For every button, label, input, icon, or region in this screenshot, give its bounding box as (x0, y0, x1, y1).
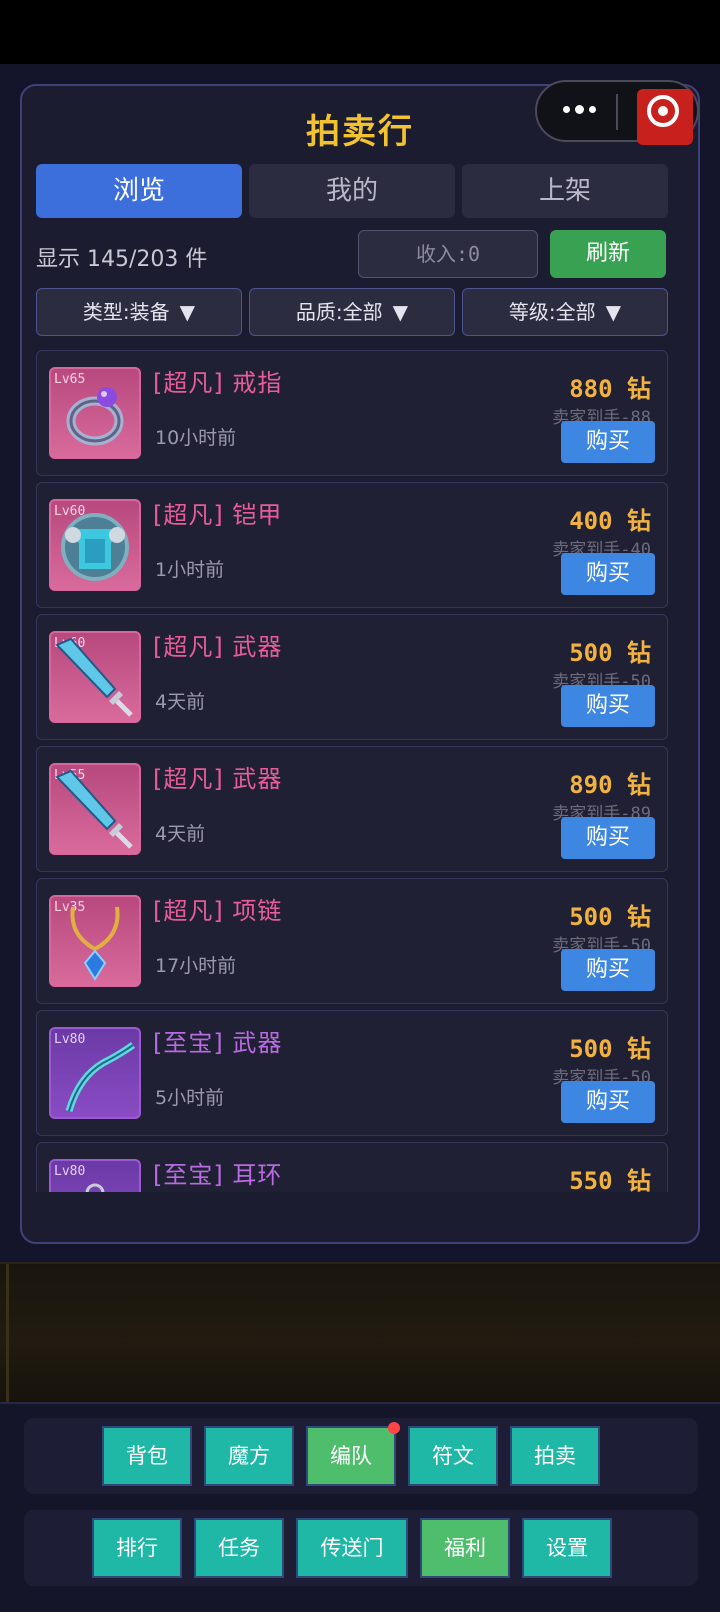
buy-button[interactable]: 购买 (561, 421, 655, 463)
nav-bag-button[interactable]: 背包 (102, 1426, 192, 1486)
capsule-divider (616, 94, 618, 130)
item-price: 890 钻 (569, 771, 651, 799)
item-thumbnail[interactable]: Lv55 (49, 763, 141, 855)
buy-button[interactable]: 购买 (561, 949, 655, 991)
filter-level-label: 等级:全部 (508, 300, 596, 324)
close-icon[interactable] (637, 89, 693, 145)
armor-icon (61, 513, 129, 581)
item-price: 880 钻 (569, 375, 651, 403)
item-name: [超凡] 铠甲 (153, 501, 283, 529)
item-thumbnail[interactable]: Lv35 (49, 895, 141, 987)
filter-type-label: 类型:装备 (82, 300, 170, 324)
item-name: [超凡] 武器 (153, 633, 283, 661)
buy-button[interactable]: 购买 (561, 553, 655, 595)
buy-button[interactable]: 购买 (561, 1081, 655, 1123)
nav-team-label: 编队 (330, 1444, 372, 1468)
status-bar-area (0, 0, 720, 64)
more-icon[interactable] (557, 94, 601, 124)
nav-settings-button[interactable]: 设置 (522, 1518, 612, 1578)
bow-icon (65, 1042, 136, 1113)
item-name: [至宝] 耳环 (153, 1161, 283, 1189)
auction-list[interactable]: Lv65 [超凡] 戒指 10小时前 880 钻 卖家到手-88 购买 Lv60 (36, 350, 668, 1192)
auction-panel: 拍卖行 浏览 我的 上架 显示 145/203 件 收入:0 刷新 类型:装备 ▼… (20, 84, 700, 1244)
item-time: 1小时前 (155, 559, 225, 581)
item-time: 5小时前 (155, 1087, 225, 1109)
list-item: Lv80 [至宝] 耳环 550 钻 (36, 1142, 668, 1192)
item-time: 4天前 (155, 823, 206, 845)
close-dot (658, 106, 668, 116)
filter-level-dropdown[interactable]: 等级:全部 ▼ (462, 288, 668, 336)
tab-list-item[interactable]: 上架 (462, 164, 668, 218)
list-item: Lv65 [超凡] 戒指 10小时前 880 钻 卖家到手-88 购买 (36, 350, 668, 476)
item-name: [超凡] 项链 (153, 897, 283, 925)
nav-auction-button[interactable]: 拍卖 (510, 1426, 600, 1486)
item-thumbnail[interactable]: Lv60 (49, 499, 141, 591)
buy-button[interactable]: 购买 (561, 817, 655, 859)
item-name: [超凡] 戒指 (153, 369, 283, 397)
nav-rune-button[interactable]: 符文 (408, 1426, 498, 1486)
notification-dot (388, 1422, 400, 1434)
filter-quality-dropdown[interactable]: 品质:全部 ▼ (249, 288, 455, 336)
income-button[interactable]: 收入:0 (358, 230, 538, 278)
item-price: 500 钻 (569, 903, 651, 931)
dropdown-arrow-icon: ▼ (605, 300, 622, 324)
item-price: 550 钻 (569, 1167, 651, 1192)
nav-cube-button[interactable]: 魔方 (204, 1426, 294, 1486)
necklace-icon (70, 906, 120, 981)
list-item: Lv80 [至宝] 武器 5小时前 500 钻 卖家到手-50 购买 (36, 1010, 668, 1136)
tab-bar: 浏览 我的 上架 (36, 164, 668, 220)
dropdown-arrow-icon: ▼ (392, 300, 409, 324)
list-item: Lv55 [超凡] 武器 4天前 890 钻 卖家到手-89 购买 (36, 746, 668, 872)
tab-mine[interactable]: 我的 (249, 164, 455, 218)
filter-type-dropdown[interactable]: 类型:装备 ▼ (36, 288, 242, 336)
refresh-button[interactable]: 刷新 (550, 230, 666, 278)
earring-icon (85, 1183, 105, 1192)
game-scene (0, 1262, 720, 1404)
item-thumbnail[interactable]: Lv60 (49, 631, 141, 723)
item-thumbnail[interactable]: Lv65 (49, 367, 141, 459)
item-name: [超凡] 武器 (153, 765, 283, 793)
item-price: 500 钻 (569, 639, 651, 667)
item-name: [至宝] 武器 (153, 1029, 283, 1057)
sword-icon (55, 637, 133, 717)
list-item: Lv60 [超凡] 铠甲 1小时前 400 钻 卖家到手-40 购买 (36, 482, 668, 608)
filter-quality-label: 品质:全部 (295, 300, 383, 324)
nav-quest-button[interactable]: 任务 (194, 1518, 284, 1578)
nav-row-2: 排行 任务 传送门 福利 设置 (24, 1510, 698, 1586)
item-thumbnail[interactable]: Lv80 (49, 1159, 141, 1192)
buy-button[interactable]: 购买 (561, 685, 655, 727)
sword-icon (55, 769, 133, 849)
dropdown-arrow-icon: ▼ (179, 300, 196, 324)
tab-browse[interactable]: 浏览 (36, 164, 242, 218)
item-time: 17小时前 (155, 955, 237, 977)
item-time: 10小时前 (155, 427, 237, 449)
nav-portal-button[interactable]: 传送门 (296, 1518, 408, 1578)
nav-rank-button[interactable]: 排行 (92, 1518, 182, 1578)
list-item: Lv35 [超凡] 项链 17小时前 500 钻 卖家到手-50 购买 (36, 878, 668, 1004)
ring-icon (66, 387, 124, 446)
nav-welfare-button[interactable]: 福利 (420, 1518, 510, 1578)
list-item: Lv60 [超凡] 武器 4天前 500 钻 卖家到手-50 购买 (36, 614, 668, 740)
item-time: 4天前 (155, 691, 206, 713)
item-price: 400 钻 (569, 507, 651, 535)
item-thumbnail[interactable]: Lv80 (49, 1027, 141, 1119)
result-count: 显示 145/203 件 (36, 247, 208, 272)
item-price: 500 钻 (569, 1035, 651, 1063)
nav-row-1: 背包 魔方 编队 符文 拍卖 (24, 1418, 698, 1494)
bottom-nav: 背包 魔方 编队 符文 拍卖 排行 任务 传送门 福利 设置 (0, 1402, 720, 1612)
nav-team-button[interactable]: 编队 (306, 1422, 400, 1486)
